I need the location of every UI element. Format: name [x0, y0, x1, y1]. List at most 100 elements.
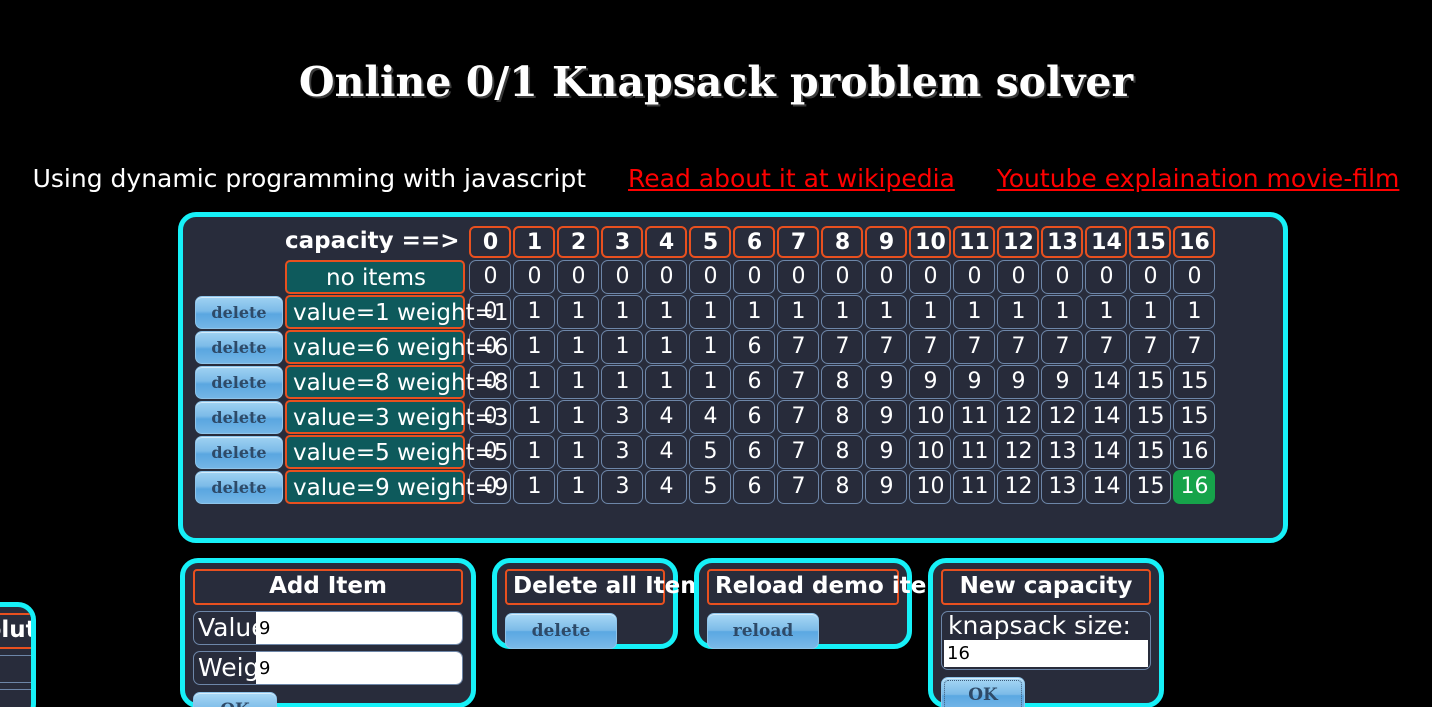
capacity-header-value: 6 — [733, 226, 776, 258]
dp-cell: 9 — [909, 365, 952, 399]
dp-cell: 1 — [1041, 295, 1084, 329]
dp-cell: 6 — [733, 400, 776, 434]
page-title: Online 0/1 Knapsack problem solver — [298, 58, 1134, 106]
dp-table-row: delete value=9 weight=9 0 1 1 3 4 5 6 7 8 9 10 11 12 13… — [195, 470, 1216, 504]
capacity-header-value: 7 — [777, 226, 820, 258]
dp-cell-value: 12 — [997, 470, 1040, 504]
dp-cell: 6 — [733, 435, 776, 469]
dp-table-row: delete value=3 weight=3 0 1 1 3 4 4 6 7 8 9 10 11 12 12… — [195, 400, 1216, 434]
new-capacity-panel: New capacity knapsack size: OK — [928, 558, 1164, 707]
delete-all-button[interactable]: delete — [505, 613, 617, 649]
dp-cell: 0 — [909, 260, 952, 294]
dp-cell-value: 14 — [1085, 365, 1128, 399]
item-label-cell: value=6 weight=6 — [285, 330, 509, 364]
wikipedia-link[interactable]: Read about it at wikipedia — [628, 164, 955, 193]
add-item-title: Add Item — [193, 569, 463, 605]
delete-button-cell: delete — [195, 330, 283, 364]
capacity-header-value: 1 — [513, 226, 556, 258]
knapsack-size-input[interactable] — [944, 640, 1148, 667]
item-label-cell: value=5 weight=5 — [285, 435, 509, 469]
weight-label: Weight: — [198, 653, 256, 682]
capacity-header-value: 2 — [557, 226, 600, 258]
delete-all-panel: Delete all Items delete — [492, 558, 718, 649]
capacity-header-value: 8 — [821, 226, 864, 258]
dp-cell: 7 — [909, 330, 952, 364]
dp-cell-value: 8 — [821, 365, 864, 399]
dp-cell: 7 — [1129, 330, 1172, 364]
capacity-header-cell: 13 — [1041, 225, 1084, 259]
dp-cell: 0 — [777, 260, 820, 294]
dp-cell: 7 — [865, 330, 908, 364]
dp-cell: 1 — [557, 330, 600, 364]
capacity-arrow-text: capacity ==> — [285, 228, 460, 254]
delete-item-button[interactable]: delete — [195, 400, 283, 434]
dp-cell-value: 1 — [601, 295, 644, 329]
dp-cell-value: 1 — [689, 330, 732, 364]
dp-cell: 1 — [513, 400, 556, 434]
capacity-header-value: 4 — [645, 226, 688, 258]
dp-cell: 7 — [777, 365, 820, 399]
page-root: Online 0/1 Knapsack problem solver Using… — [0, 0, 1432, 707]
dp-cell: 1 — [865, 295, 908, 329]
dp-cell-value: 1 — [557, 400, 600, 434]
dp-cell: 7 — [997, 330, 1040, 364]
delete-item-button[interactable]: delete — [195, 330, 283, 364]
dp-cell: 1 — [997, 295, 1040, 329]
dp-cell: 7 — [1173, 330, 1216, 364]
dp-cell: 1 — [1085, 295, 1128, 329]
capacity-header-value: 10 — [909, 226, 952, 258]
dp-cell-value: 9 — [953, 365, 996, 399]
dp-table-row: delete value=8 weight=8 0 1 1 1 1 1 6 7 8 9 9 9 9 9 14 15… — [195, 365, 1216, 399]
dp-cell-value: 6 — [733, 330, 776, 364]
delete-item-button[interactable]: delete — [195, 470, 283, 504]
dp-cell-value: 8 — [821, 470, 864, 504]
dp-cell: 12 — [997, 470, 1040, 504]
dp-cell-value: 1 — [513, 365, 556, 399]
dp-cell-value: 1 — [557, 435, 600, 469]
dp-cell: 7 — [777, 435, 820, 469]
dp-cell: 14 — [1085, 365, 1128, 399]
dp-cell: 15 — [1129, 435, 1172, 469]
dp-cell-value: 0 — [557, 260, 600, 294]
dp-cell-value: 1 — [557, 470, 600, 504]
dp-cell: 11 — [953, 400, 996, 434]
dp-cell: 1 — [557, 295, 600, 329]
dp-cell-value: 12 — [1041, 400, 1084, 434]
dp-cell-value: 0 — [469, 260, 512, 294]
capacity-header-value: 3 — [601, 226, 644, 258]
dp-cell: 15 — [1129, 470, 1172, 504]
dp-cell-value: 7 — [1085, 330, 1128, 364]
item-label-cell: value=9 weight=9 — [285, 470, 509, 504]
dp-cell-value: 0 — [865, 260, 908, 294]
dp-cell: 1 — [513, 470, 556, 504]
dp-cell: 1 — [645, 330, 688, 364]
dp-cell-value: 7 — [1173, 330, 1216, 364]
dp-cell: 1 — [601, 365, 644, 399]
dp-cell: 10 — [909, 400, 952, 434]
dp-cell-value: 0 — [513, 260, 556, 294]
dp-table: capacity ==> 0 1 2 3 4 5 6 7 8 9 10 11 12 13 14 15 16 no i… — [193, 224, 1217, 505]
weight-input[interactable] — [256, 652, 462, 684]
dp-cell: 7 — [777, 400, 820, 434]
dp-cell: 9 — [865, 435, 908, 469]
dp-cell-value: 1 — [733, 295, 776, 329]
delete-item-button[interactable]: delete — [195, 435, 283, 469]
dp-cell: 1 — [645, 295, 688, 329]
reload-demo-button[interactable]: reload — [707, 613, 819, 649]
delete-button-cell: delete — [195, 295, 283, 329]
new-capacity-ok-button[interactable]: OK — [941, 677, 1025, 707]
dp-cell-value: 4 — [645, 400, 688, 434]
add-item-ok-button[interactable]: OK — [193, 692, 277, 707]
dp-cell-value: 8 — [821, 435, 864, 469]
dp-cell-value: 9 — [865, 435, 908, 469]
youtube-link[interactable]: Youtube explaination movie-film — [997, 164, 1400, 193]
dp-cell: 15 — [1173, 400, 1216, 434]
delete-item-button[interactable]: delete — [195, 295, 283, 329]
dp-cell-value: 3 — [601, 400, 644, 434]
dp-cell: 5 — [689, 470, 732, 504]
delete-item-button[interactable]: delete — [195, 365, 283, 399]
dp-cell-value: 7 — [777, 470, 820, 504]
capacity-header-cell: 16 — [1173, 225, 1216, 259]
value-input[interactable] — [256, 612, 462, 644]
capacity-header-value: 16 — [1173, 226, 1216, 258]
